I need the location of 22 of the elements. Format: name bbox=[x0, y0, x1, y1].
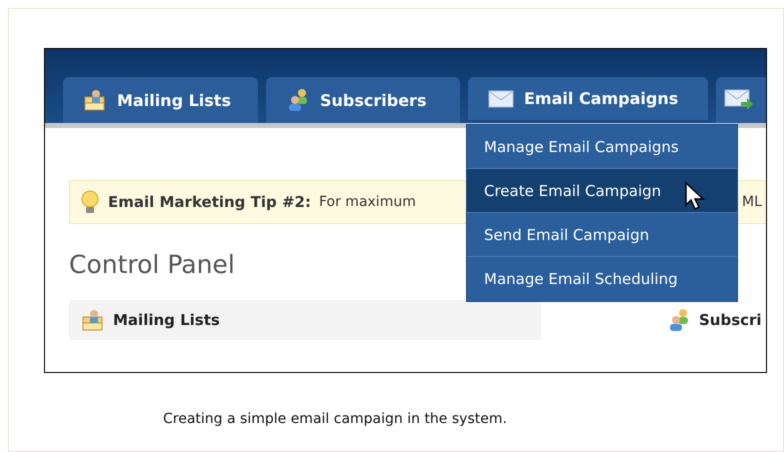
folder-person-icon bbox=[81, 308, 105, 332]
menu-item[interactable]: Create Email Campaign bbox=[467, 169, 737, 213]
section-title: Subscri bbox=[699, 311, 762, 329]
menu-item[interactable]: Manage Email Scheduling bbox=[467, 257, 737, 301]
mouse-pointer-icon bbox=[684, 181, 706, 211]
tip-title: Email Marketing Tip #2: bbox=[108, 193, 311, 211]
figure-caption: Creating a simple email campaign in the system. bbox=[163, 411, 507, 427]
folder-person-icon bbox=[83, 88, 107, 112]
nav-tab[interactable]: Mailing Lists bbox=[63, 77, 258, 123]
page-heading: Control Panel bbox=[69, 250, 235, 281]
envelope-icon bbox=[488, 90, 514, 108]
tip-text: For maximum bbox=[318, 194, 416, 210]
section-title: Mailing Lists bbox=[113, 311, 220, 329]
people-icon bbox=[286, 88, 310, 112]
lightbulb-icon bbox=[80, 190, 100, 214]
menu-item[interactable]: Send Email Campaign bbox=[467, 213, 737, 257]
nav-tab[interactable] bbox=[716, 77, 766, 123]
nav-tab[interactable]: Email Campaigns bbox=[468, 77, 708, 123]
nav-tab[interactable]: Subscribers bbox=[266, 77, 460, 123]
people-icon bbox=[667, 308, 691, 332]
tip-text: ML bbox=[742, 194, 762, 210]
envelope-arrow-icon bbox=[724, 89, 754, 111]
